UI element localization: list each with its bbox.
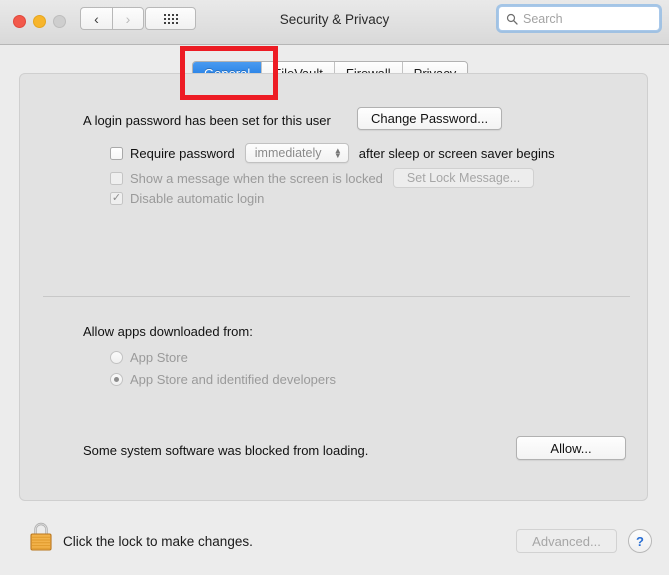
require-password-label: Require password	[130, 145, 235, 161]
blocked-software-message: Some system software was blocked from lo…	[83, 443, 369, 458]
general-pane: A login password has been set for this u…	[19, 73, 648, 501]
show-lock-message-label: Show a message when the screen is locked	[130, 170, 383, 186]
disable-automatic-login-checkbox[interactable]: ✓	[110, 192, 123, 205]
highlight-annotation-general-tab	[180, 46, 278, 100]
app-store-label: App Store	[130, 350, 188, 365]
search-field[interactable]	[498, 6, 660, 31]
disable-automatic-login-label: Disable automatic login	[130, 191, 265, 206]
checkmark-icon: ✓	[111, 191, 122, 204]
show-lock-message-checkbox[interactable]	[110, 171, 123, 185]
require-password-delay-select[interactable]: immediately ▲ ▼	[244, 143, 349, 163]
app-store-and-developers-radio[interactable]	[110, 373, 123, 386]
security-privacy-window: ‹ › Security & Privacy General FileVault…	[0, 0, 669, 575]
search-input[interactable]	[523, 11, 648, 26]
change-password-button[interactable]: Change Password...	[357, 107, 503, 130]
app-store-radio[interactable]	[110, 351, 123, 364]
gatekeeper-option-app-store-and-developers[interactable]: App Store and identified developers	[110, 372, 336, 387]
lock-instruction-text: Click the lock to make changes.	[63, 534, 253, 549]
login-password-status-text: A login password has been set for this u…	[83, 113, 331, 128]
require-password-row: Require password immediately ▲ ▼ after sl…	[110, 143, 555, 163]
lock-closed-icon[interactable]	[26, 519, 56, 553]
show-lock-message-row: Show a message when the screen is locked…	[110, 168, 535, 188]
advanced-button[interactable]: Advanced...	[516, 529, 617, 553]
allow-button[interactable]: Allow...	[516, 436, 626, 460]
section-divider	[43, 296, 630, 297]
require-password-suffix-text: after sleep or screen saver begins	[358, 145, 555, 161]
window-titlebar: ‹ › Security & Privacy	[0, 0, 669, 45]
gatekeeper-option-app-store[interactable]: App Store	[110, 350, 188, 365]
set-lock-message-button[interactable]: Set Lock Message...	[392, 168, 535, 188]
chevron-updown-icon: ▲ ▼	[333, 146, 342, 160]
search-icon	[506, 13, 518, 25]
require-password-checkbox[interactable]	[110, 146, 123, 160]
radio-selected-dot	[114, 377, 119, 382]
app-store-and-developers-label: App Store and identified developers	[130, 372, 336, 387]
disable-automatic-login-row: ✓ Disable automatic login	[110, 191, 264, 206]
require-password-delay-value: immediately	[254, 146, 322, 160]
gatekeeper-heading: Allow apps downloaded from:	[83, 324, 253, 339]
help-button[interactable]: ?	[628, 529, 652, 553]
